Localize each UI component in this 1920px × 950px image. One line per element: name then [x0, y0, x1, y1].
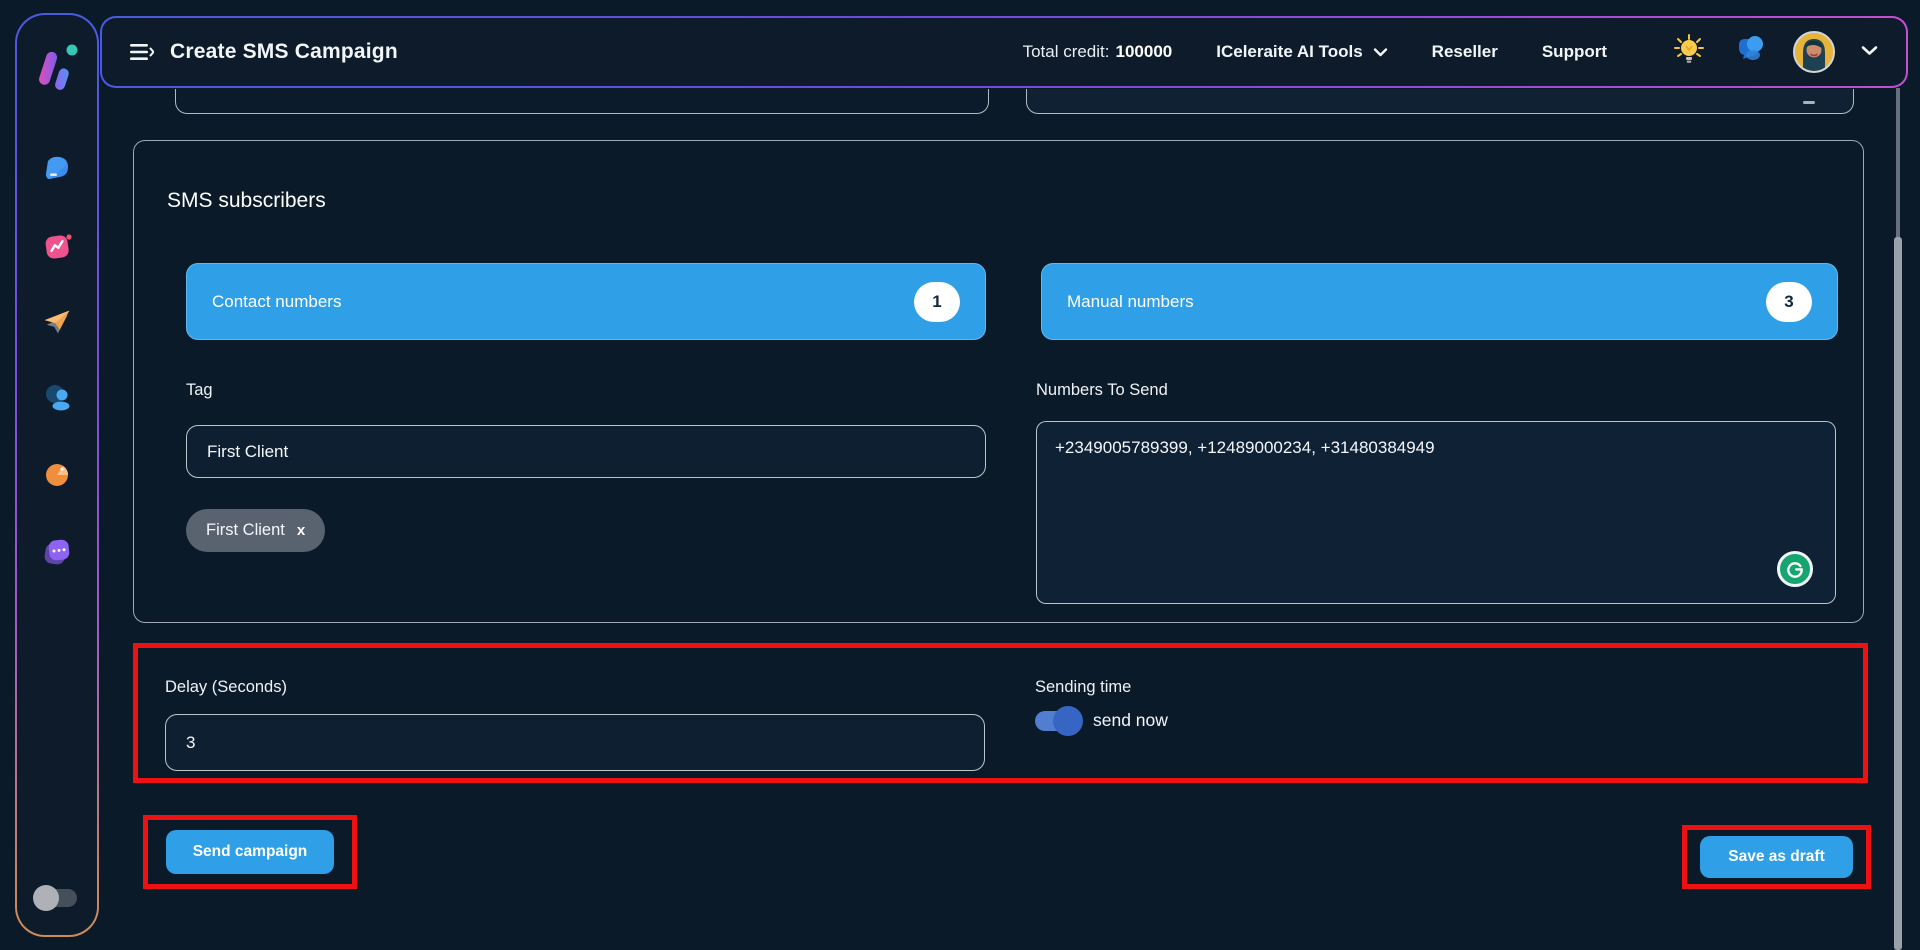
- chip-remove-icon[interactable]: x: [297, 522, 305, 539]
- nav-support[interactable]: Support: [1542, 42, 1607, 62]
- contact-numbers-label: Contact numbers: [212, 292, 341, 312]
- tag-input[interactable]: [186, 425, 986, 478]
- tag-label: Tag: [186, 381, 213, 400]
- send-campaign-annotation-rect: Send campaign: [143, 815, 357, 889]
- total-credit: Total credit: 100000: [1023, 42, 1173, 62]
- send-now-toggle-knob[interactable]: [1053, 706, 1083, 736]
- numbers-to-send-label: Numbers To Send: [1036, 381, 1168, 400]
- chevron-down-icon: [1373, 42, 1388, 62]
- sending-time-label: Sending time: [1035, 678, 1131, 697]
- nav-support-label: Support: [1542, 42, 1607, 62]
- tag-chip[interactable]: First Client x: [186, 509, 325, 552]
- numbers-to-send-textarea[interactable]: +2349005789399, +12489000234, +314803849…: [1036, 421, 1836, 604]
- app-window: Create SMS Campaign Total credit:100000 …: [0, 0, 1920, 950]
- schedule-annotation-rect: Delay (Seconds) Sending time send now: [133, 643, 1868, 783]
- nav-ai-tools[interactable]: ICeleraite AI Tools: [1216, 42, 1387, 62]
- app-logo[interactable]: [33, 41, 81, 98]
- delay-input[interactable]: [165, 714, 985, 771]
- apps-icon[interactable]: [39, 532, 75, 568]
- pie-chart-icon[interactable]: [39, 456, 75, 492]
- total-credit-value: 100000: [1116, 42, 1173, 61]
- clipped-input-left[interactable]: [175, 89, 989, 114]
- lightbulb-icon[interactable]: [1673, 33, 1705, 72]
- tag-chip-label: First Client: [206, 521, 285, 540]
- clipped-select-right[interactable]: [1026, 89, 1854, 114]
- theme-toggle-knob[interactable]: [33, 885, 59, 911]
- manual-numbers-button[interactable]: Manual numbers 3: [1041, 263, 1838, 340]
- chevron-down-icon: [1803, 101, 1815, 104]
- nav-reseller[interactable]: Reseller: [1432, 42, 1498, 62]
- contact-numbers-count-badge: 1: [914, 282, 960, 322]
- send-campaign-button[interactable]: Send campaign: [166, 830, 334, 874]
- sms-subscribers-card: SMS subscribers Contact numbers 1 Manual…: [133, 140, 1864, 623]
- theme-toggle[interactable]: [37, 889, 77, 907]
- save-draft-annotation-rect: Save as draft: [1682, 825, 1871, 889]
- scrollbar-track[interactable]: [1896, 88, 1900, 238]
- send-now-toggle[interactable]: [1035, 711, 1081, 731]
- total-credit-label: Total credit:: [1023, 42, 1110, 61]
- nav-ai-tools-label: ICeleraite AI Tools: [1216, 42, 1362, 62]
- sidebar: [15, 13, 99, 937]
- save-as-draft-button[interactable]: Save as draft: [1700, 836, 1853, 878]
- send-icon[interactable]: [39, 304, 75, 340]
- grammarly-icon[interactable]: [1777, 551, 1813, 587]
- manual-numbers-label: Manual numbers: [1067, 292, 1194, 312]
- pink-chart-icon[interactable]: [39, 228, 75, 264]
- card-title: SMS subscribers: [167, 189, 326, 213]
- chat-bubble-icon[interactable]: [39, 152, 75, 188]
- chevron-down-icon[interactable]: [1861, 43, 1878, 61]
- chat-icon[interactable]: [1731, 33, 1767, 72]
- send-now-label: send now: [1093, 710, 1168, 731]
- contacts-icon[interactable]: [39, 380, 75, 416]
- delay-label: Delay (Seconds): [165, 678, 287, 697]
- top-header: Create SMS Campaign Total credit:100000 …: [100, 16, 1908, 88]
- contact-numbers-button[interactable]: Contact numbers 1: [186, 263, 986, 340]
- nav-reseller-label: Reseller: [1432, 42, 1498, 62]
- scrollbar-thumb[interactable]: [1894, 237, 1902, 950]
- menu-icon[interactable]: [130, 43, 154, 61]
- avatar[interactable]: [1793, 31, 1835, 73]
- page-title: Create SMS Campaign: [170, 40, 398, 64]
- manual-numbers-count-badge: 3: [1766, 282, 1812, 322]
